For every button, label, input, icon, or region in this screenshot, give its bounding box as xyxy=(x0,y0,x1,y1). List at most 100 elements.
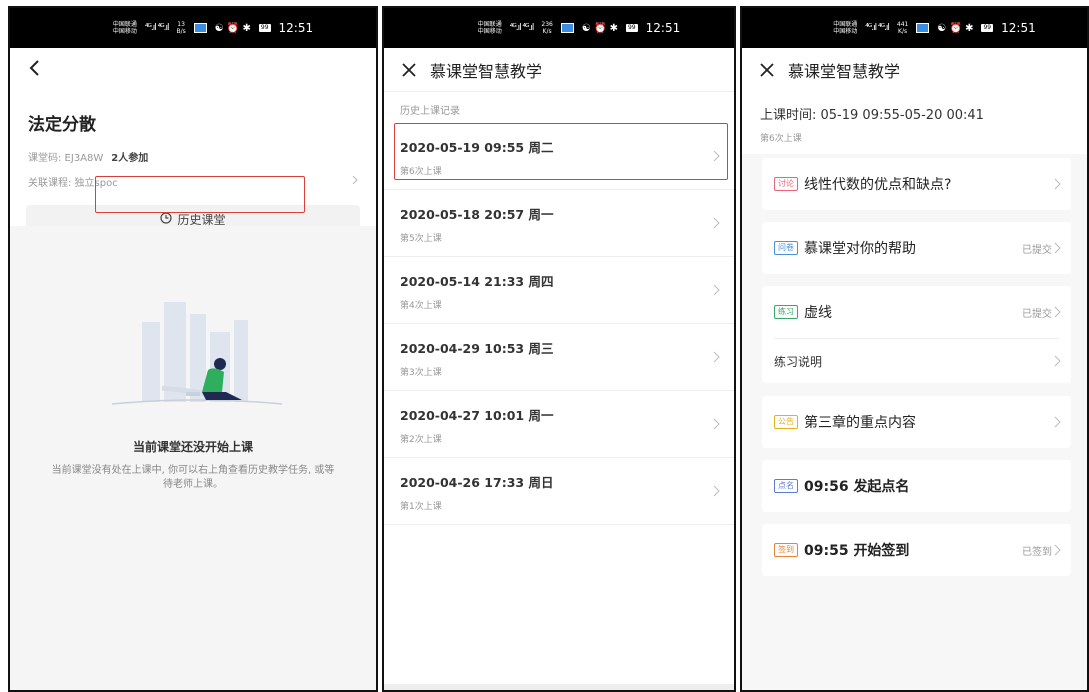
speed-unit: B/s xyxy=(176,28,186,35)
list-item[interactable]: 2020-04-26 17:33 周日 第1次上课 xyxy=(384,458,734,525)
speed-value: 236 xyxy=(541,21,553,28)
session-list: 2020-05-19 09:55 周二 第6次上课 2020-05-18 20:… xyxy=(384,123,734,525)
section-label: 历史上课记录 xyxy=(400,106,460,117)
history-class-label: 历史课堂 xyxy=(177,212,226,227)
activity-card[interactable]: 问卷 慕课堂对你的帮助 已提交 xyxy=(762,222,1071,274)
session-date: 2020-04-26 17:33 周日 xyxy=(400,475,554,490)
page-title: 慕课堂智慧教学 xyxy=(788,62,901,81)
carrier-bottom: 中国移动 xyxy=(477,28,502,35)
activity-title: 09:56 发起点名 xyxy=(804,479,910,495)
tag-announcement: 公告 xyxy=(774,415,798,429)
bottom-bar xyxy=(384,684,734,690)
session-count: 第5次上课 xyxy=(400,234,442,244)
status-badge: 已提交 xyxy=(1022,244,1052,256)
empty-title: 当前课堂还没开始上课 xyxy=(132,440,253,454)
empty-description: 当前课堂没有处在上课中, 你可以右上角查看历史教学任务, 或等待老师上课。 xyxy=(51,465,335,490)
activity-title: 慕课堂对你的帮助 xyxy=(804,241,916,257)
speed-value: 441 xyxy=(896,21,909,28)
activity-card[interactable]: 签到 09:55 开始签到 已签到 xyxy=(762,524,1071,576)
chevron-right-icon xyxy=(713,482,720,501)
activity-card[interactable]: 练习 虚线 已提交 练习说明 xyxy=(762,286,1071,383)
session-count: 第1次上课 xyxy=(400,502,442,512)
class-code: 课堂码: EJ3A8W 2人参加 xyxy=(28,149,358,164)
chevron-right-icon xyxy=(1054,541,1061,560)
status-icons: ☯ ⏰ ✱ xyxy=(937,22,974,34)
activity-card[interactable]: 讨论 线性代数的优点和缺点? xyxy=(762,158,1071,210)
highlight-box xyxy=(95,176,305,213)
activity-row[interactable]: 讨论 线性代数的优点和缺点? xyxy=(762,158,1071,210)
class-code-label: 课堂码: EJ3A8W xyxy=(28,153,104,164)
list-item[interactable]: 2020-04-29 10:53 周三 第3次上课 xyxy=(384,324,734,391)
history-screen: 中国联通 中国移动 ⁴ᴳ.ıl ⁴ᴳ.ıl 236 K/s ☯ ⏰ ✱ 99 12:… xyxy=(382,6,736,692)
empty-illustration xyxy=(102,292,292,426)
class-count: 第6次上课 xyxy=(760,134,802,144)
clock-icon xyxy=(160,211,173,227)
status-icons: ☯ ⏰ ✱ xyxy=(214,22,251,34)
carrier-bottom: 中国移动 xyxy=(833,28,858,35)
activity-card[interactable]: 公告 第三章的重点内容 xyxy=(762,396,1071,448)
chevron-right-icon xyxy=(1054,303,1061,322)
status-bar: 中国联通 中国移动 ⁴ᴳ.ıl ⁴ᴳ.ıl 13 B/s ☯ ⏰ ✱ 99 12:5… xyxy=(10,8,376,48)
activity-card[interactable]: 点名 09:56 发起点名 xyxy=(762,460,1071,512)
notification-app-icon xyxy=(916,23,930,33)
signal-icon: ⁴ᴳ.ıl ⁴ᴳ.ıl xyxy=(144,23,170,33)
page-title: 慕课堂智慧教学 xyxy=(430,61,543,81)
chevron-right-icon xyxy=(713,281,720,300)
chevron-right-icon xyxy=(713,214,720,233)
carrier-label: 中国联通 中国移动 xyxy=(478,21,502,35)
carrier-label: 中国联通 中国移动 xyxy=(113,21,137,35)
battery-icon: 99 xyxy=(981,24,994,32)
chevron-right-icon xyxy=(1054,175,1061,194)
course-info: 法定分散 课堂码: EJ3A8W 2人参加 关联课程: 独立spoc xyxy=(10,92,376,189)
list-item[interactable]: 2020-04-27 10:01 周一 第2次上课 xyxy=(384,391,734,458)
course-screen: 中国联通 中国移动 ⁴ᴳ.ıl ⁴ᴳ.ıl 13 B/s ☯ ⏰ ✱ 99 12:5… xyxy=(8,6,378,692)
activity-row[interactable]: 签到 09:55 开始签到 已签到 xyxy=(762,524,1071,576)
list-item[interactable]: 2020-05-14 21:33 周四 第4次上课 xyxy=(384,257,734,324)
clock: 12:51 xyxy=(278,21,314,35)
network-speed: 236 K/s xyxy=(541,21,552,35)
network-speed: 441 K/s xyxy=(897,21,908,35)
battery-icon: 99 xyxy=(625,24,638,32)
activity-row[interactable]: 公告 第三章的重点内容 xyxy=(762,396,1071,448)
topbar xyxy=(10,48,376,92)
class-detail-screen: 中国联通 中国移动 ⁴ᴳ.ıl ⁴ᴳ.ıl 441 K/s ☯ ⏰ ✱ 99 12:… xyxy=(740,6,1089,692)
topbar: 慕课堂智慧教学 xyxy=(742,48,1087,92)
tag-exercise: 练习 xyxy=(774,305,798,319)
close-icon[interactable] xyxy=(398,59,420,81)
topbar: 慕课堂智慧教学 xyxy=(384,48,734,92)
status-bar: 中国联通 中国移动 ⁴ᴳ.ıl ⁴ᴳ.ıl 236 K/s ☯ ⏰ ✱ 99 12:… xyxy=(384,8,734,48)
signal-icon: ⁴ᴳ.ıl ⁴ᴳ.ıl xyxy=(865,23,890,33)
activity-title: 线性代数的优点和缺点? xyxy=(804,177,952,193)
clock: 12:51 xyxy=(1001,21,1036,35)
activity-title: 第三章的重点内容 xyxy=(804,415,916,431)
class-time: 上课时间: 05-19 09:55-05-20 00:41 xyxy=(760,108,984,123)
battery-icon: 99 xyxy=(258,24,271,32)
speed-value: 13 xyxy=(177,21,185,28)
back-icon[interactable] xyxy=(28,59,42,81)
speed-unit: K/s xyxy=(898,28,908,35)
chevron-right-icon xyxy=(1054,413,1061,432)
session-date: 2020-04-29 10:53 周三 xyxy=(400,341,554,356)
chevron-right-icon xyxy=(1054,352,1061,371)
tag-discussion: 讨论 xyxy=(774,177,798,191)
exercise-notes-row[interactable]: 练习说明 xyxy=(762,339,1071,383)
list-item[interactable]: 2020-05-18 20:57 周一 第5次上课 xyxy=(384,190,734,257)
session-date: 2020-04-27 10:01 周一 xyxy=(400,408,554,423)
notification-app-icon xyxy=(193,23,207,33)
session-date: 2020-05-18 20:57 周一 xyxy=(400,207,554,222)
activity-row[interactable]: 问卷 慕课堂对你的帮助 已提交 xyxy=(762,222,1071,274)
highlight-box xyxy=(394,123,728,180)
signal-icon: ⁴ᴳ.ıl ⁴ᴳ.ıl xyxy=(509,23,535,33)
carrier-top: 中国联通 xyxy=(833,21,858,28)
empty-state: 当前课堂还没开始上课 当前课堂没有处在上课中, 你可以右上角查看历史教学任务, … xyxy=(10,226,376,690)
activity-row[interactable]: 点名 09:56 发起点名 xyxy=(762,460,1071,512)
tag-survey: 问卷 xyxy=(774,241,798,255)
speed-unit: K/s xyxy=(542,28,552,35)
activity-title: 虚线 xyxy=(804,305,832,321)
carrier-top: 中国联通 xyxy=(112,21,137,28)
status-bar: 中国联通 中国移动 ⁴ᴳ.ıl ⁴ᴳ.ıl 441 K/s ☯ ⏰ ✱ 99 12:… xyxy=(742,8,1087,48)
status-icons: ☯ ⏰ ✱ xyxy=(581,22,618,34)
activity-row[interactable]: 练习 虚线 已提交 xyxy=(762,286,1071,338)
tag-checkin: 签到 xyxy=(774,543,798,557)
close-icon[interactable] xyxy=(756,59,778,81)
